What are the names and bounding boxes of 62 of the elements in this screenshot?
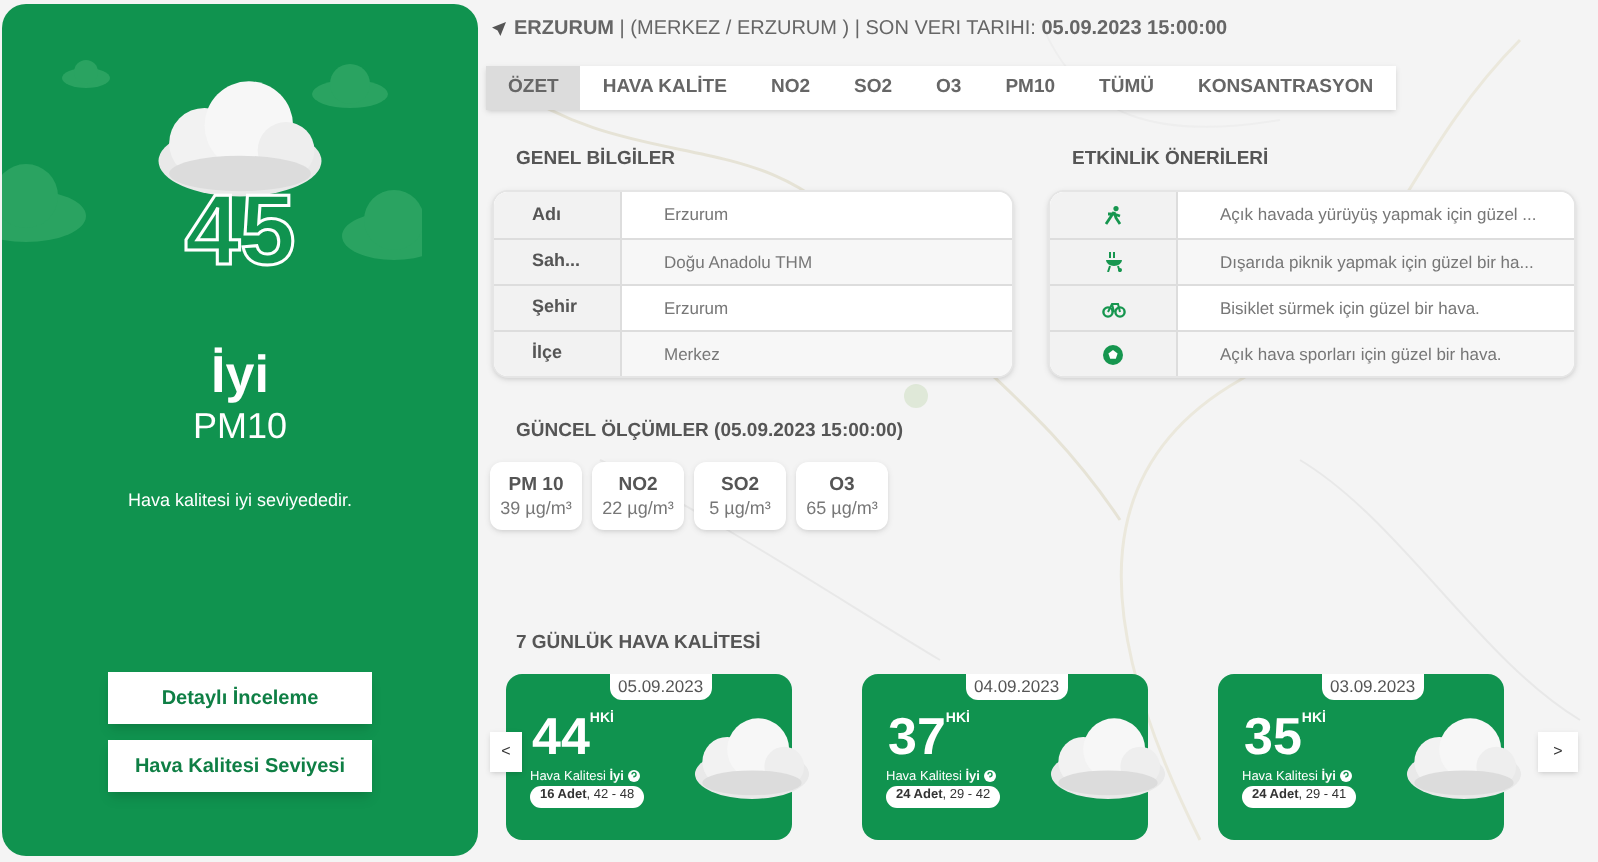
cloud-shape	[312, 64, 388, 108]
tab[interactable]: O3	[914, 66, 984, 110]
forecast-date: 04.09.2023	[966, 673, 1068, 699]
row-label: Şehir	[532, 294, 578, 321]
tab[interactable]: HAVA KALİTE	[580, 66, 749, 110]
pollutant-name: PM 10	[508, 473, 564, 498]
tab[interactable]: PM10	[983, 66, 1078, 110]
cloud-drawing	[690, 713, 814, 801]
row-value: Erzurum	[662, 202, 729, 228]
bicycle-icon	[1101, 298, 1125, 318]
pollutant-label: PM10	[192, 408, 288, 444]
walking-person-icon	[1103, 205, 1123, 225]
help-icon[interactable]	[983, 770, 996, 783]
tab[interactable]: TÜMÜ	[1077, 66, 1176, 110]
row-label: İlçe	[532, 340, 563, 367]
forecast-value: 37	[888, 709, 946, 761]
forecast-date: 05.09.2023	[610, 673, 712, 699]
cloud-drawing	[1046, 713, 1170, 801]
soccer-ball-icon	[1102, 343, 1124, 365]
row-label: Sah...	[532, 248, 581, 275]
tab[interactable]: SO2	[832, 66, 915, 110]
quality-message: Hava kalitesi iyi seviyededir.	[127, 488, 353, 514]
tab[interactable]: KONSANTRASYON	[1175, 66, 1396, 110]
measurement-value: 39 µg/m³	[500, 497, 572, 520]
panel-button[interactable]: Detaylı İnceleme	[108, 672, 372, 724]
pollutant-name: SO2	[720, 473, 759, 498]
grill-icon	[1103, 252, 1123, 272]
row-value: Doğu Anadolu THM	[662, 249, 813, 275]
section-title: ETKİNLİK ÖNERİLERİ	[1072, 146, 1271, 170]
help-icon[interactable]	[627, 770, 640, 783]
row-value: Merkez	[662, 341, 720, 367]
help-icon[interactable]	[1339, 770, 1352, 783]
quality-label: İyi	[211, 348, 269, 400]
tab[interactable]: NO2	[748, 66, 832, 110]
location-arrow-icon	[492, 21, 506, 35]
section-title: 7 GÜNLÜK HAVA KALİTESİ	[516, 630, 763, 659]
row-value: Bisiklet sürmek için güzel bir hava.	[1218, 295, 1480, 321]
tab[interactable]: ÖZET	[486, 66, 581, 110]
row-label: Adı	[532, 201, 561, 228]
location-header: ERZURUM | (MERKEZ / ERZURUM ) | SON VERI TARIHI: 05.09.2023 15:00:00	[514, 15, 1228, 43]
row-value: Dışarıda piknik yapmak için güzel bir ha...	[1218, 249, 1534, 275]
measurement-value: 65 µg/m³	[806, 497, 878, 520]
pollutant-name: O3	[829, 473, 855, 498]
measurement-value: 22 µg/m³	[602, 497, 674, 520]
aqi-value: 45	[184, 180, 296, 280]
section-title: GENEL BİLGİLER	[516, 146, 678, 170]
cloud-drawing	[1402, 713, 1526, 801]
previous-button[interactable]: <	[490, 731, 522, 771]
cloud-shape	[2, 164, 86, 244]
cloud-shape	[62, 60, 110, 88]
forecast-value: 44	[532, 709, 590, 761]
row-value: Erzurum	[662, 295, 729, 321]
row-value: Açık havada yürüyüş yapmak için güzel ...	[1218, 202, 1537, 228]
cloud-shape	[342, 188, 422, 260]
row-value: Açık hava sporları için güzel bir hava.	[1218, 341, 1502, 367]
panel-button[interactable]: Hava Kalitesi Seviyesi	[108, 740, 372, 792]
forecast-value: 35	[1244, 709, 1302, 761]
forecast-date: 03.09.2023	[1322, 673, 1424, 699]
section-title: GÜNCEL ÖLÇÜMLER (05.09.2023 15:00:00)	[516, 418, 906, 446]
pollutant-name: NO2	[618, 473, 658, 498]
measurement-value: 5 µg/m³	[709, 497, 771, 520]
next-button[interactable]: >	[1538, 731, 1578, 771]
